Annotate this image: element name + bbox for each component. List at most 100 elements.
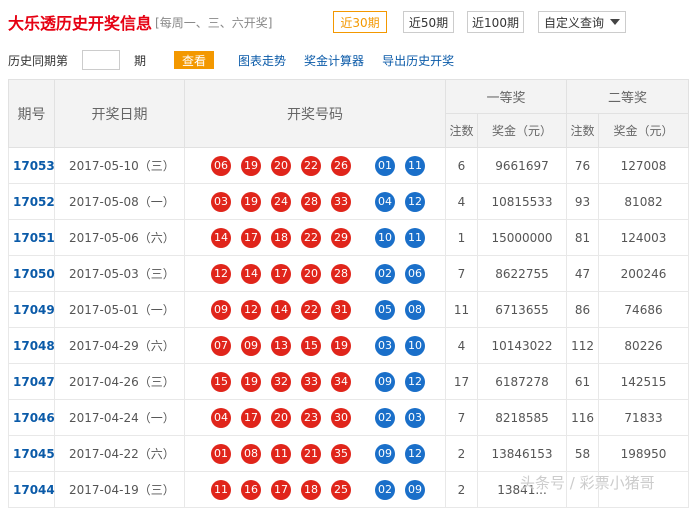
period-link[interactable]: 17052 xyxy=(8,183,55,220)
red-ball: 16 xyxy=(241,479,261,500)
blue-ball: 10 xyxy=(405,335,425,356)
table-row: 17047 2017-04-26（三） 15 19 32 33 34 09 12 17 618727… xyxy=(8,363,690,400)
col-second-prize: 二等奖 xyxy=(566,79,690,114)
red-ball: 33 xyxy=(331,191,351,212)
period-link[interactable]: 17049 xyxy=(8,291,55,328)
second-prize-count: 61 xyxy=(566,363,600,400)
first-prize-amount: 15000000 xyxy=(476,219,568,256)
blue-ball: 04 xyxy=(375,191,395,212)
period-link[interactable]: 17046 xyxy=(8,399,55,436)
red-ball: 20 xyxy=(271,155,291,176)
red-ball: 26 xyxy=(331,155,351,176)
page-title: 大乐透历史开奖信息 xyxy=(8,14,153,33)
red-ball: 32 xyxy=(271,371,291,392)
red-ball: 14 xyxy=(271,299,291,320)
first-prize-amount: 8218585 xyxy=(476,399,568,436)
period-link[interactable]: 17053 xyxy=(8,147,55,184)
prize-calculator-link[interactable]: 奖金计算器 xyxy=(304,52,364,69)
custom-query-label: 自定义查询 xyxy=(543,15,604,30)
blue-ball: 02 xyxy=(375,263,395,284)
first-prize-amount: 9661697 xyxy=(476,147,568,184)
first-prize-amount: 10143022 xyxy=(476,327,568,364)
red-ball: 11 xyxy=(271,443,291,464)
custom-query-dropdown[interactable]: 自定义查询 xyxy=(538,11,626,33)
red-ball: 29 xyxy=(331,227,351,248)
header: 大乐透历史开奖信息 [每周一、三、六开奖] xyxy=(8,10,272,34)
red-ball: 33 xyxy=(301,371,321,392)
draw-schedule: [每周一、三、六开奖] xyxy=(155,15,273,30)
red-ball: 01 xyxy=(211,443,231,464)
red-ball: 19 xyxy=(331,335,351,356)
blue-ball: 02 xyxy=(375,407,395,428)
second-prize-amount: 71833 xyxy=(598,399,690,436)
second-prize-count: 58 xyxy=(566,435,600,472)
red-ball: 34 xyxy=(331,371,351,392)
red-ball: 06 xyxy=(211,155,231,176)
table-row: 17045 2017-04-22（六） 01 08 11 21 35 09 12 2 1384615… xyxy=(8,435,690,472)
draw-numbers: 03 19 24 28 33 04 12 xyxy=(184,183,446,220)
col-period: 期号 xyxy=(8,79,55,148)
red-ball: 12 xyxy=(211,263,231,284)
red-ball: 13 xyxy=(271,335,291,356)
blue-ball: 11 xyxy=(405,227,425,248)
col-numbers: 开奖号码 xyxy=(184,79,446,148)
draw-numbers: 04 17 20 23 30 02 03 xyxy=(184,399,446,436)
period-link[interactable]: 17051 xyxy=(8,219,55,256)
history-query-row: 历史同期第 期 查看 图表走势 奖金计算器 导出历史开奖 xyxy=(8,50,454,70)
first-prize-count: 2 xyxy=(445,471,478,508)
col-first-count: 注数 xyxy=(445,113,478,148)
query-button[interactable]: 查看 xyxy=(174,51,215,69)
table-row: 17053 2017-05-10（三） 06 19 20 22 26 01 11 6 9661697… xyxy=(8,147,690,184)
draw-date: 2017-04-24（一） xyxy=(54,399,185,436)
chart-trend-link[interactable]: 图表走势 xyxy=(238,52,286,69)
red-ball: 14 xyxy=(211,227,231,248)
second-prize-count: 76 xyxy=(566,147,600,184)
first-prize-count: 17 xyxy=(445,363,478,400)
blue-ball: 11 xyxy=(405,155,425,176)
red-ball: 17 xyxy=(271,479,291,500)
watermark: 头条号 / 彩票小猪哥 xyxy=(520,474,655,492)
draw-numbers: 01 08 11 21 35 09 12 xyxy=(184,435,446,472)
first-prize-count: 7 xyxy=(445,399,478,436)
red-ball: 17 xyxy=(241,227,261,248)
first-prize-count: 6 xyxy=(445,147,478,184)
blue-ball: 02 xyxy=(375,479,395,500)
blue-ball: 12 xyxy=(405,191,425,212)
first-prize-count: 1 xyxy=(445,219,478,256)
period-link[interactable]: 17048 xyxy=(8,327,55,364)
blue-ball: 01 xyxy=(375,155,395,176)
period-link[interactable]: 17045 xyxy=(8,435,55,472)
draw-date: 2017-05-01（一） xyxy=(54,291,185,328)
draw-numbers: 06 19 20 22 26 01 11 xyxy=(184,147,446,184)
period-input[interactable] xyxy=(82,50,121,70)
period-link[interactable]: 17044 xyxy=(8,471,55,508)
red-ball: 20 xyxy=(271,407,291,428)
draw-numbers: 09 12 14 22 31 05 08 xyxy=(184,291,446,328)
first-prize-amount: 6713655 xyxy=(476,291,568,328)
red-ball: 22 xyxy=(301,227,321,248)
period-link[interactable]: 17050 xyxy=(8,255,55,292)
first-prize-amount: 10815533 xyxy=(476,183,568,220)
export-history-link[interactable]: 导出历史开奖 xyxy=(382,52,454,69)
col-date: 开奖日期 xyxy=(54,79,185,148)
red-ball: 21 xyxy=(301,443,321,464)
red-ball: 11 xyxy=(211,479,231,500)
period-unit: 期 xyxy=(134,53,147,68)
tab-recent-100[interactable]: 近100期 xyxy=(467,11,524,33)
red-ball: 28 xyxy=(331,263,351,284)
draw-date: 2017-05-08（一） xyxy=(54,183,185,220)
second-prize-count: 86 xyxy=(566,291,600,328)
table-row: 17048 2017-04-29（六） 07 09 13 15 19 03 10 4 1014302… xyxy=(8,327,690,364)
red-ball: 22 xyxy=(301,299,321,320)
draw-numbers: 15 19 32 33 34 09 12 xyxy=(184,363,446,400)
red-ball: 25 xyxy=(331,479,351,500)
tab-recent-30[interactable]: 近30期 xyxy=(333,11,387,33)
first-prize-count: 11 xyxy=(445,291,478,328)
blue-ball: 12 xyxy=(405,371,425,392)
tab-recent-50[interactable]: 近50期 xyxy=(403,11,454,33)
red-ball: 09 xyxy=(211,299,231,320)
table-row: 17050 2017-05-03（三） 12 14 17 20 28 02 06 7 8622755… xyxy=(8,255,690,292)
second-prize-amount: 81082 xyxy=(598,183,690,220)
col-second-amount: 奖金（元） xyxy=(598,113,690,148)
period-link[interactable]: 17047 xyxy=(8,363,55,400)
